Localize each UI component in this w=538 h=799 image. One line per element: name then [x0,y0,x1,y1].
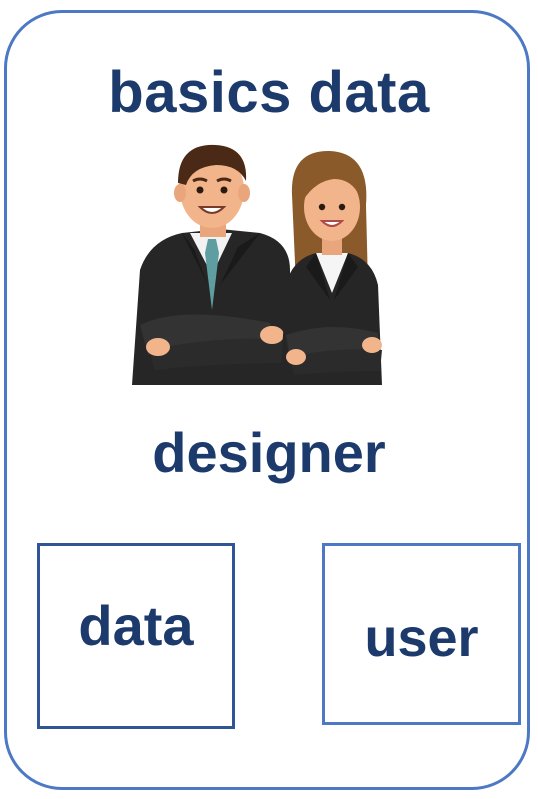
designer-label: designer [152,421,386,484]
woman-figure [280,150,382,385]
user-box-label: user [364,608,479,668]
user-box: user [322,543,521,725]
man-figure [132,144,292,385]
data-box: data [37,543,235,729]
business-people-icon [132,144,382,385]
data-box-label: data [78,593,194,657]
diagram-title: basics data [108,60,430,125]
